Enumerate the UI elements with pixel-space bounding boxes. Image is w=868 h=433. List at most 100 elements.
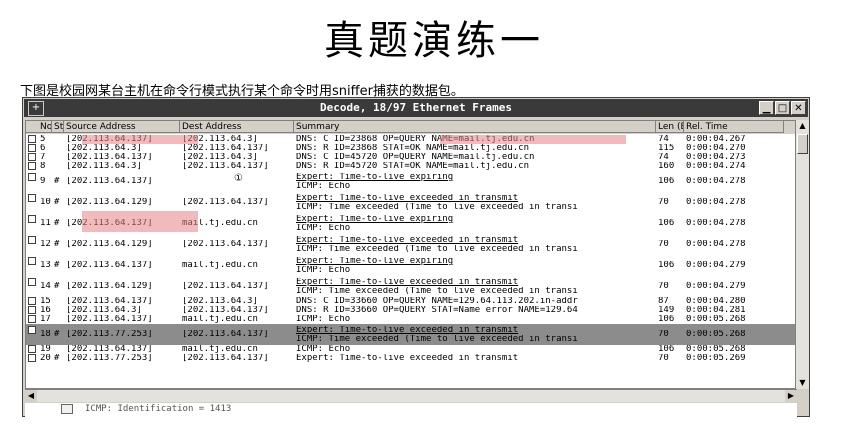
table-row[interactable]: 17 [202.113.64.137] mail.tj.edu.cn 106 0:00:… <box>26 315 796 324</box>
cell-src: [202.113.64.129] <box>66 198 153 207</box>
cell-dst: mail.tj.edu.cn <box>182 261 258 270</box>
row-checkbox[interactable] <box>28 278 36 286</box>
row-checkbox[interactable] <box>28 153 36 161</box>
table-row[interactable]: 9 # [202.113.64.137] 106 0:00:04.278 Expert: … <box>26 171 796 192</box>
cell-summary: ICMP: Echo <box>296 224 351 233</box>
table-row[interactable]: 20 # [202.113.77.253] [202.113.64.137] 70 0:0… <box>26 354 796 363</box>
cell-no: 17 <box>40 315 51 324</box>
cell-summary: Expert: Time-to-live exceeded in transmi… <box>296 326 519 335</box>
horizontal-scrollbar[interactable]: ◀ ▶ <box>25 389 797 402</box>
row-checkbox[interactable] <box>28 354 36 362</box>
cell-no: 18 <box>40 330 51 339</box>
cell-src: [202.113.64.137] <box>66 177 153 186</box>
table-row[interactable]: 10 # [202.113.64.129] [202.113.64.137] 70 0:0… <box>26 192 796 213</box>
scroll-left-icon[interactable]: ◀ <box>25 390 37 402</box>
row-checkbox[interactable] <box>28 162 36 170</box>
cell-src: [202.113.64.3] <box>66 306 142 315</box>
cell-len: 70 <box>658 240 669 249</box>
cell-dst: [202.113.64.3] <box>182 135 258 144</box>
table-row[interactable]: 12 # [202.113.64.129] [202.113.64.137] 70 0:0… <box>26 234 796 255</box>
row-checkbox[interactable] <box>28 236 36 244</box>
scroll-up-icon[interactable]: ▲ <box>797 120 808 132</box>
column-header-stat[interactable]: Stat <box>52 121 64 133</box>
cell-no: 6 <box>40 144 46 153</box>
cell-src: [202.113.64.137] <box>66 153 153 162</box>
row-checkbox[interactable] <box>28 306 36 314</box>
cell-src: [202.113.64.129] <box>66 282 153 291</box>
cell-dst: [202.113.64.137] <box>182 330 269 339</box>
window-titlebar[interactable]: + Decode, 18/97 Ethernet Frames ▁ □ ✕ <box>24 99 808 117</box>
cell-len: 106 <box>658 345 675 354</box>
column-header-src[interactable]: Source Address <box>64 121 180 133</box>
column-header-no[interactable]: No. <box>26 121 52 133</box>
cell-stat: # <box>54 240 60 249</box>
cell-summary: Expert: Time-to-live exceeded in transmi… <box>296 278 519 287</box>
row-checkbox[interactable] <box>28 326 36 334</box>
close-button[interactable]: ✕ <box>791 101 806 115</box>
column-header-len[interactable]: Len (B) <box>656 121 684 133</box>
cell-time: 0:00:04.278 <box>686 240 746 249</box>
row-checkbox[interactable] <box>28 297 36 305</box>
row-checkbox[interactable] <box>28 315 36 323</box>
cell-time: 0:00:04.279 <box>686 261 746 270</box>
cell-dst: [202.113.64.137] <box>182 306 269 315</box>
cell-summary: Expert: Time-to-live expiring <box>296 173 454 182</box>
table-row[interactable]: 7 [202.113.64.137] [202.113.64.3] 74 0:00:04… <box>26 153 796 162</box>
scroll-thumb[interactable] <box>797 134 808 154</box>
cell-summary: DNS: R ID=23868 STAT=OK NAME=mail.tj.edu… <box>296 144 529 153</box>
cell-time: 0:00:04.270 <box>686 144 746 153</box>
table-row[interactable]: 15 [202.113.64.137] [202.113.64.3] 87 0:00:0… <box>26 297 796 306</box>
scroll-right-icon[interactable]: ▶ <box>785 390 797 402</box>
maximize-button[interactable]: □ <box>775 101 790 115</box>
row-checkbox[interactable] <box>28 194 36 202</box>
cell-no: 10 <box>40 198 51 207</box>
cell-len: 74 <box>658 135 669 144</box>
cell-no: 19 <box>40 345 51 354</box>
cell-summary: ICMP: Time exceeded (Time to live exceed… <box>296 203 578 212</box>
table-row[interactable]: 6 [202.113.64.3] [202.113.64.137] 115 0:00:0… <box>26 144 796 153</box>
cell-summary: ICMP: Echo <box>296 315 351 324</box>
cell-dst: [202.113.64.137] <box>182 354 269 363</box>
cell-time: 0:00:04.280 <box>686 297 746 306</box>
cell-stat: # <box>54 330 60 339</box>
row-checkbox[interactable] <box>28 345 36 353</box>
cell-len: 70 <box>658 330 669 339</box>
cell-no: 9 <box>40 177 46 186</box>
vertical-scrollbar[interactable]: ▲ ▼ <box>795 120 809 389</box>
scroll-down-icon[interactable]: ▼ <box>797 377 808 389</box>
table-row[interactable]: 13 # [202.113.64.137] mail.tj.edu.cn 106 0:00… <box>26 255 796 276</box>
cell-summary: ICMP: Echo <box>296 266 351 275</box>
row-checkbox[interactable] <box>28 215 36 223</box>
tree-node-icon[interactable] <box>61 404 73 414</box>
column-header-time[interactable]: Rel. Time <box>684 121 784 133</box>
cell-no: 5 <box>40 135 46 144</box>
column-header-dst[interactable]: Dest Address <box>180 121 294 133</box>
table-row[interactable]: 16 [202.113.64.3] [202.113.64.137] 149 0:00:… <box>26 306 796 315</box>
cell-time: 0:00:05.268 <box>686 330 746 339</box>
cell-len: 106 <box>658 261 675 270</box>
table-row[interactable]: 8 [202.113.64.3] [202.113.64.137] 160 0:00:0… <box>26 162 796 171</box>
cell-stat: # <box>54 354 60 363</box>
row-checkbox[interactable] <box>28 144 36 152</box>
cell-len: 115 <box>658 144 675 153</box>
cell-len: 74 <box>658 153 669 162</box>
cell-len: 70 <box>658 354 669 363</box>
minimize-button[interactable]: ▁ <box>759 101 774 115</box>
table-row[interactable]: 18 # [202.113.77.253] [202.113.64.137] 70 0:0… <box>26 324 796 345</box>
cell-summary: DNS: R ID=33660 OP=QUERY STAT=Name error… <box>296 306 578 315</box>
cell-summary: DNS: C ID=33660 OP=QUERY NAME=129.64.113… <box>296 297 578 306</box>
cell-no: 13 <box>40 261 51 270</box>
cell-summary: DNS: C ID=45720 OP=QUERY NAME=mail.tj.ed… <box>296 153 535 162</box>
row-checkbox[interactable] <box>28 173 36 181</box>
table-row[interactable]: 19 [202.113.64.137] mail.tj.edu.cn 106 0:00:… <box>26 345 796 354</box>
table-header: No.StatSource AddressDest AddressSummary… <box>26 121 796 134</box>
cell-dst: mail.tj.edu.cn <box>182 219 258 228</box>
row-checkbox[interactable] <box>28 257 36 265</box>
cell-no: 11 <box>40 219 51 228</box>
column-header-summary[interactable]: Summary <box>294 121 656 133</box>
cell-len: 70 <box>658 198 669 207</box>
row-checkbox[interactable] <box>28 135 36 143</box>
table-row[interactable]: 14 # [202.113.64.129] [202.113.64.137] 70 0:0… <box>26 276 796 297</box>
window-title: Decode, 18/97 Ethernet Frames <box>319 101 513 114</box>
highlight-query-name <box>440 135 626 144</box>
